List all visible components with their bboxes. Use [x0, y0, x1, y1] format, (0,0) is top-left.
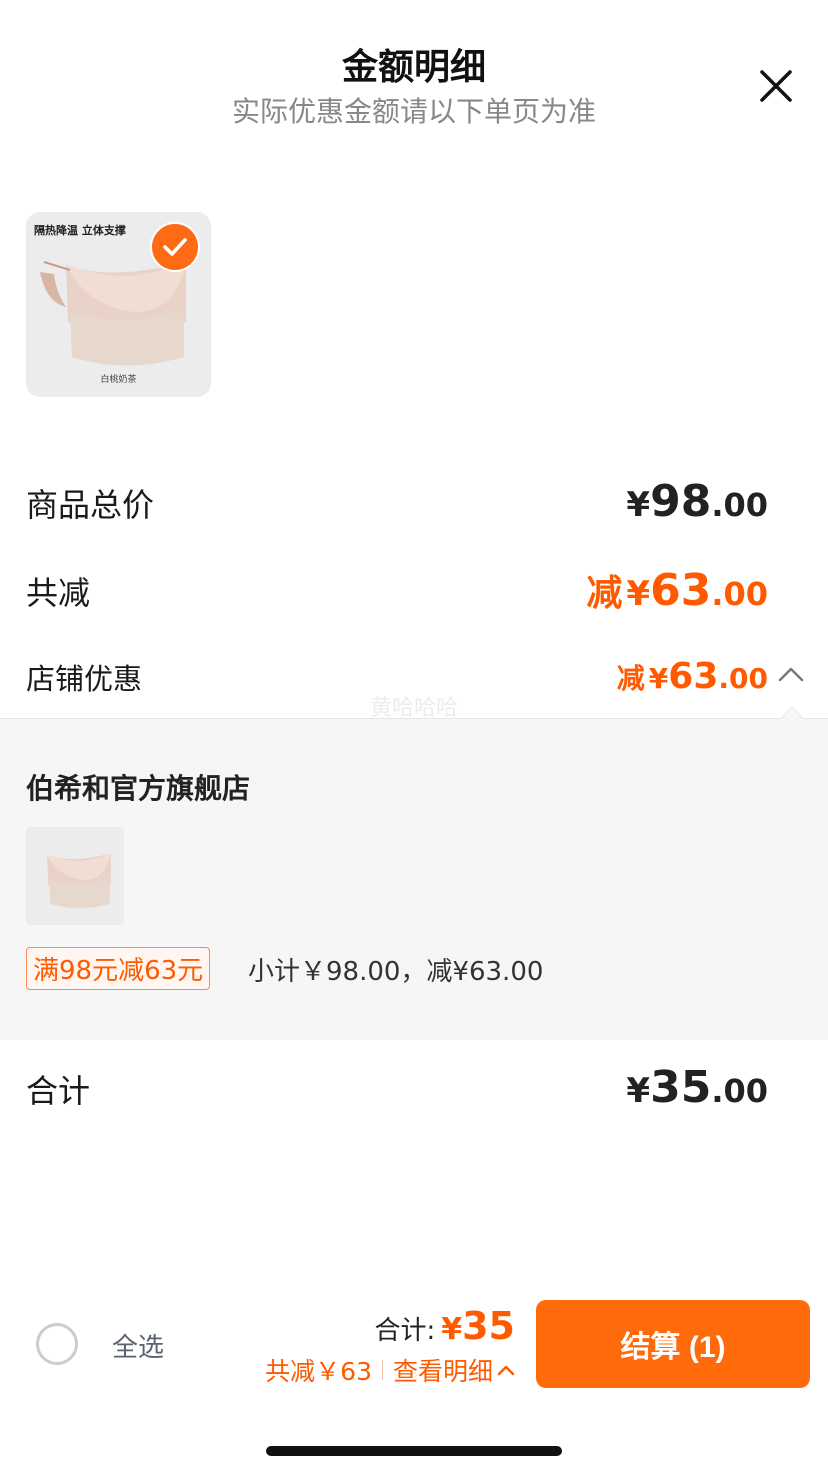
total-price-value: ¥98.00: [626, 476, 768, 527]
home-indicator[interactable]: [266, 1446, 562, 1456]
promo-subtotal: 小计￥98.00，减¥63.00: [248, 957, 544, 987]
close-button[interactable]: [756, 66, 796, 106]
view-detail-link[interactable]: 查看明细: [393, 1352, 515, 1388]
save-amount: 共减￥63: [265, 1357, 372, 1386]
product-image-caption: 白桃奶茶: [100, 375, 137, 385]
store-discount-detail-panel: 伯希和官方旗舰店 满98元减63元 小计￥98.00，减¥63.00: [0, 706, 828, 1040]
product-image[interactable]: 隔热降温 立体支撑 白桃奶茶: [26, 212, 211, 397]
mask-illustration-small: [47, 853, 111, 909]
page-title: 金额明细: [341, 47, 486, 88]
divider: [381, 1360, 383, 1380]
promo-tag: 满98元减63元: [26, 947, 211, 990]
bottom-bar: 全选 合计: ¥35 共减￥63 查看明细 结算 (1): [0, 1290, 828, 1400]
total-price-label: 商品总价: [26, 486, 155, 524]
grand-total-label: 合计: [26, 1072, 91, 1110]
selected-check-badge[interactable]: [150, 222, 200, 272]
header: 金额明细 实际优惠金额请以下单页为准: [0, 0, 828, 150]
chevron-up-icon[interactable]: [778, 666, 804, 682]
check-icon: [163, 238, 187, 256]
bottom-save-line: 共减￥63 查看明细: [265, 1352, 515, 1388]
chevron-up-small-icon: [497, 1365, 515, 1376]
discount-label: 共减: [26, 574, 91, 612]
select-all-radio[interactable]: [36, 1323, 78, 1365]
store-name[interactable]: 伯希和官方旗舰店: [26, 767, 250, 807]
grand-total-value: ¥35.00: [626, 1062, 768, 1113]
checkout-button[interactable]: 结算 (1): [536, 1300, 810, 1388]
page-subtitle: 实际优惠金额请以下单页为准: [231, 95, 596, 128]
close-icon: [760, 70, 792, 102]
store-product-thumb[interactable]: [26, 827, 124, 925]
select-all-label[interactable]: 全选: [112, 1327, 164, 1364]
bottom-sum: 合计: ¥35: [374, 1304, 515, 1348]
discount-value: 减 ¥63.00: [586, 565, 768, 616]
